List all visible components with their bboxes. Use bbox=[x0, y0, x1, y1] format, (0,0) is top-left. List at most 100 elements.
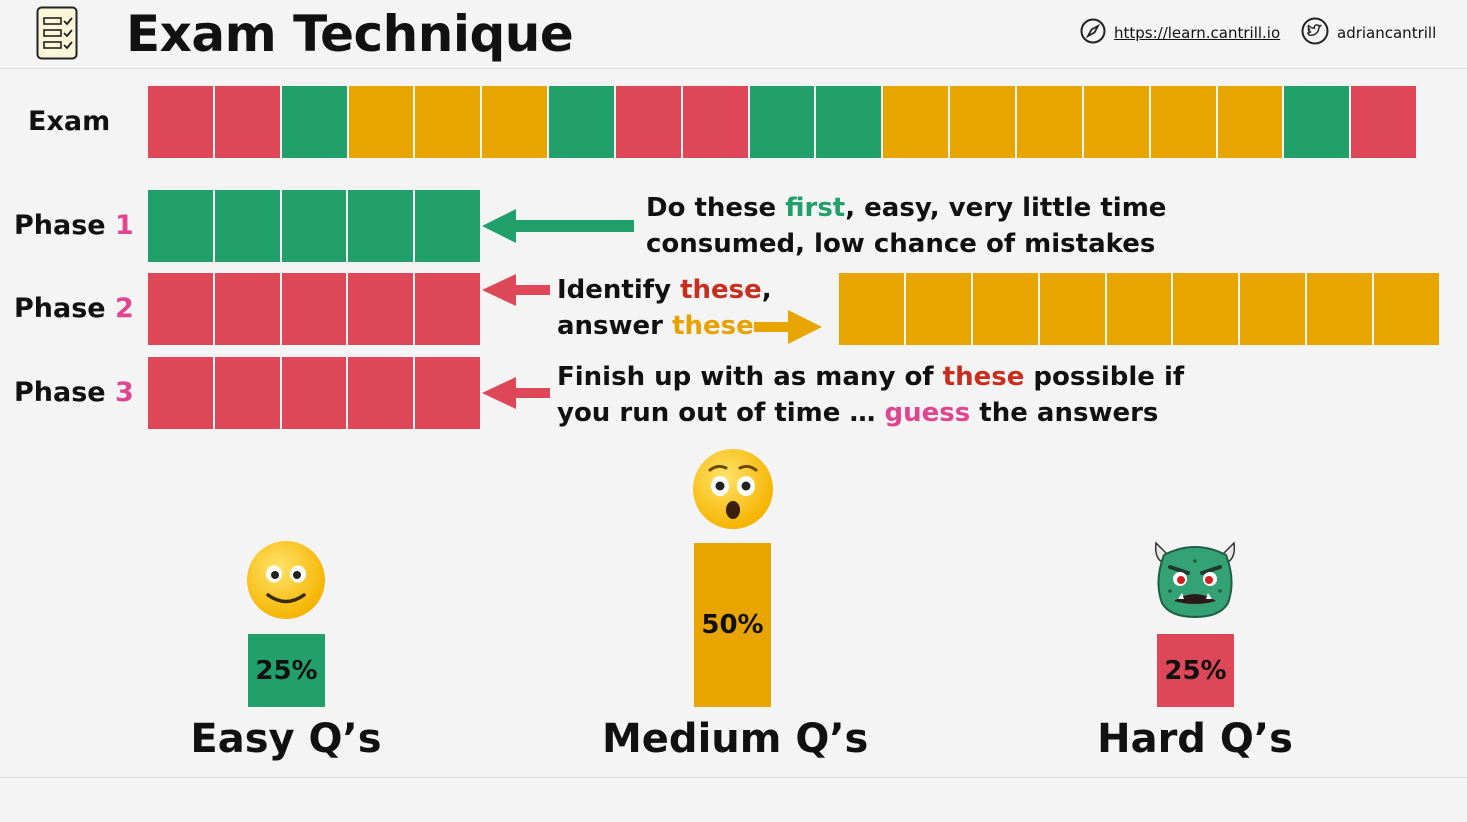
callout-emphasis: first bbox=[785, 193, 846, 223]
phase-3-number: 3 bbox=[115, 377, 134, 408]
twitter-link[interactable]: adriancantrill bbox=[1301, 17, 1436, 49]
phase-2-answer-strip bbox=[839, 273, 1440, 345]
answer-question-block bbox=[1173, 273, 1241, 345]
phase-1-strip bbox=[148, 190, 480, 262]
phase-question-block bbox=[348, 273, 416, 345]
phase-question-block bbox=[415, 273, 480, 345]
question-block bbox=[1150, 86, 1218, 158]
phase-2-strip bbox=[148, 273, 480, 345]
phase-1-callout: Do these first, easy, very little time c… bbox=[646, 190, 1166, 262]
question-block bbox=[348, 86, 416, 158]
smiling-face-icon bbox=[247, 541, 325, 619]
callout-text: the answers bbox=[970, 398, 1159, 428]
page-title: Exam Technique bbox=[126, 5, 574, 63]
question-block bbox=[615, 86, 683, 158]
answer-question-block bbox=[839, 273, 906, 345]
question-block bbox=[214, 86, 282, 158]
exam-question-strip bbox=[148, 86, 1417, 158]
callout-text: possible if bbox=[1024, 362, 1185, 392]
phase-question-block bbox=[148, 273, 215, 345]
phase-1-label: Phase 1 bbox=[14, 209, 134, 243]
footer-divider bbox=[0, 777, 1467, 778]
answer-question-block bbox=[972, 273, 1040, 345]
phase-question-block bbox=[348, 357, 416, 429]
phase-question-block bbox=[148, 190, 215, 262]
answer-question-block bbox=[1240, 273, 1308, 345]
checklist-icon bbox=[36, 6, 78, 60]
question-block bbox=[549, 86, 616, 158]
medium-category-label: Medium Q’s bbox=[602, 716, 869, 762]
question-block bbox=[950, 86, 1017, 158]
question-block bbox=[749, 86, 817, 158]
question-block bbox=[1351, 86, 1417, 158]
phase-2-number: 2 bbox=[115, 293, 134, 324]
phase-3-strip bbox=[148, 357, 480, 429]
question-block bbox=[148, 86, 215, 158]
phase-3-callout: Finish up with as many of these possible… bbox=[557, 359, 1184, 431]
question-block bbox=[1016, 86, 1084, 158]
callout-text: , easy, very little time bbox=[845, 193, 1167, 223]
phase-2-callout: Identify these, answer these bbox=[557, 272, 772, 344]
callout-emphasis: these bbox=[942, 362, 1025, 392]
phase-1-arrow-icon bbox=[482, 209, 634, 243]
website-link[interactable]: https://learn.cantrill.io bbox=[1080, 18, 1280, 48]
medium-percentage-bar: 50% bbox=[694, 543, 771, 707]
phase-question-block bbox=[281, 190, 349, 262]
callout-text: answer bbox=[557, 311, 673, 341]
callout-emphasis: these bbox=[680, 275, 762, 305]
phase-3-word: Phase bbox=[14, 377, 106, 408]
phase-2-arrow-icon bbox=[482, 274, 550, 306]
phase-2-word: Phase bbox=[14, 293, 106, 324]
phase-question-block bbox=[214, 357, 282, 429]
compass-icon bbox=[1080, 18, 1106, 48]
phase-1-number: 1 bbox=[115, 210, 134, 241]
answer-question-block bbox=[1307, 273, 1375, 345]
callout-text: Identify bbox=[557, 275, 681, 305]
phase-3-arrow-icon bbox=[482, 377, 550, 409]
hard-category-label: Hard Q’s bbox=[1097, 716, 1293, 762]
phase-question-block bbox=[348, 190, 416, 262]
question-block bbox=[482, 86, 550, 158]
phase-1-word: Phase bbox=[14, 210, 106, 241]
answer-question-block bbox=[1039, 273, 1107, 345]
callout-text: you run out of time … bbox=[557, 398, 885, 428]
question-block bbox=[1083, 86, 1151, 158]
answer-question-block bbox=[905, 273, 973, 345]
phase-question-block bbox=[214, 190, 282, 262]
question-block bbox=[415, 86, 483, 158]
astonished-face-icon bbox=[693, 449, 773, 529]
easy-percentage-bar: 25% bbox=[248, 634, 325, 707]
twitter-icon bbox=[1301, 17, 1329, 49]
question-block bbox=[682, 86, 750, 158]
phase-3-label: Phase 3 bbox=[14, 376, 134, 410]
callout-emphasis: guess bbox=[884, 398, 971, 428]
phase-question-block bbox=[148, 357, 215, 429]
question-block bbox=[281, 86, 349, 158]
easy-category-label: Easy Q’s bbox=[190, 716, 382, 762]
hard-percentage: 25% bbox=[1164, 655, 1227, 686]
callout-text: Do these bbox=[646, 193, 786, 223]
twitter-handle[interactable]: adriancantrill bbox=[1337, 24, 1436, 42]
website-url[interactable]: https://learn.cantrill.io bbox=[1114, 24, 1280, 42]
question-block bbox=[1284, 86, 1352, 158]
phase-2-label: Phase 2 bbox=[14, 292, 134, 326]
answer-question-block bbox=[1374, 273, 1440, 345]
callout-text: , bbox=[761, 275, 772, 305]
callout-text: consumed, low chance of mistakes bbox=[646, 229, 1156, 259]
question-block bbox=[1217, 86, 1285, 158]
answer-question-block bbox=[1106, 273, 1174, 345]
phase-question-block bbox=[415, 190, 480, 262]
question-block bbox=[816, 86, 884, 158]
phase-question-block bbox=[415, 357, 480, 429]
question-block bbox=[883, 86, 951, 158]
hard-percentage-bar: 25% bbox=[1157, 634, 1234, 707]
phase-question-block bbox=[281, 273, 349, 345]
easy-percentage: 25% bbox=[255, 655, 318, 686]
exam-label: Exam bbox=[28, 106, 111, 137]
angry-monster-icon bbox=[1154, 541, 1236, 619]
phase-question-block bbox=[214, 273, 282, 345]
medium-percentage: 50% bbox=[701, 610, 764, 640]
callout-emphasis: these bbox=[672, 311, 754, 341]
phase-question-block bbox=[281, 357, 349, 429]
callout-text: Finish up with as many of bbox=[557, 362, 943, 392]
